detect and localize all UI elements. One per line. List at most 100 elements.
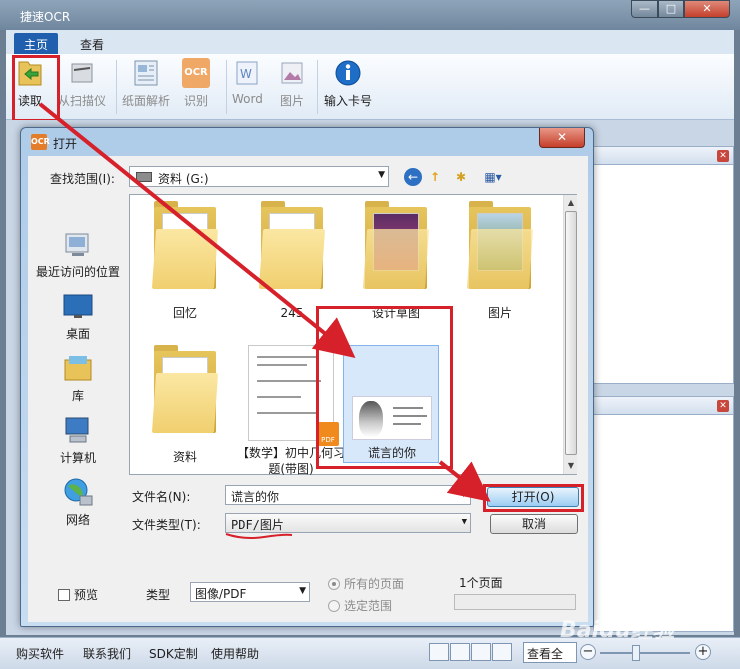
scroll-down-icon[interactable]: ▼: [564, 459, 578, 473]
file-type-label: 文件类型(T):: [132, 518, 201, 532]
folder-item[interactable]: 图片: [450, 201, 550, 321]
word-button[interactable]: W Word: [232, 58, 263, 106]
computer-icon: [62, 414, 94, 446]
zoom-slider-track[interactable]: [600, 652, 690, 654]
radio-button[interactable]: [328, 578, 340, 590]
tab-home[interactable]: 主页: [14, 33, 59, 54]
folder-icon: [150, 345, 220, 435]
preview-option[interactable]: 预览: [58, 586, 98, 603]
view-menu-icon[interactable]: ▦▾: [480, 168, 506, 186]
desktop-icon: [62, 290, 94, 322]
file-name: 图片: [487, 306, 512, 320]
dialog-close-button[interactable]: ✕: [539, 128, 585, 148]
dialog-title: 打开: [53, 137, 78, 151]
look-in-value: 资料 (G:): [158, 172, 209, 186]
page-progress-bar: [454, 594, 576, 610]
paper-parse-label: 纸面解析: [122, 94, 171, 108]
view-mode-button[interactable]: [471, 643, 491, 661]
panel-header: ✕: [594, 397, 733, 415]
watermark: Baidu经验: [560, 618, 675, 643]
paper-parse-button[interactable]: 纸面解析: [122, 58, 170, 109]
layout-icon: [132, 58, 160, 88]
place-network[interactable]: 网络: [28, 476, 128, 528]
chevron-down-icon: ▼: [460, 489, 467, 499]
place-label: 桌面: [65, 327, 90, 341]
scan-button[interactable]: 从扫描仪: [58, 58, 106, 109]
file-name-label: 文件名(N):: [132, 490, 191, 504]
preview-checkbox[interactable]: [58, 589, 70, 601]
panel-close-icon[interactable]: ✕: [717, 150, 729, 162]
preview-label: 预览: [74, 588, 99, 602]
dialog-ocr-icon: OCR: [31, 134, 50, 150]
cancel-button[interactable]: 取消: [490, 514, 578, 534]
info-icon: [334, 58, 362, 88]
folder-item[interactable]: 回忆: [135, 201, 235, 321]
file-type-select[interactable]: PDF/图片 ▼: [225, 513, 471, 533]
zoom-out-button[interactable]: −: [580, 644, 596, 660]
minimize-button[interactable]: —: [631, 0, 658, 18]
ribbon: 读取 从扫描仪 纸面解析 OCR 识别 W Word 图片 输入卡号: [6, 54, 734, 120]
zoom-in-button[interactable]: +: [695, 644, 711, 660]
folder-item[interactable]: 资料: [135, 345, 235, 465]
drive-icon: [136, 172, 152, 182]
radio-all-label: 所有的页面: [344, 577, 405, 591]
place-desktop[interactable]: 桌面: [28, 290, 128, 342]
close-button[interactable]: ✕: [684, 0, 730, 18]
chevron-down-icon: ▼: [299, 586, 306, 596]
place-recent[interactable]: 最近访问的位置: [28, 228, 128, 280]
scroll-up-icon[interactable]: ▲: [564, 196, 578, 210]
sdk-link[interactable]: SDK定制: [149, 645, 198, 662]
library-icon: [62, 352, 94, 384]
ribbon-separator: [116, 60, 117, 114]
read-highlight-box: [12, 55, 60, 122]
ribbon-separator: [226, 60, 227, 114]
ribbon-tabs: 主页 查看: [6, 30, 734, 54]
radio-all-pages[interactable]: 所有的页面: [328, 575, 404, 592]
place-library[interactable]: 库: [28, 352, 128, 404]
folder-item[interactable]: 设计草图: [346, 201, 446, 321]
tab-view[interactable]: 查看: [70, 33, 114, 54]
look-in-combo[interactable]: 资料 (G:) ▼: [129, 166, 389, 187]
picture-icon: [278, 58, 306, 88]
buy-link[interactable]: 购买软件: [16, 645, 64, 662]
radio-range-label: 选定范围: [344, 599, 393, 613]
picture-button[interactable]: 图片: [278, 58, 306, 109]
radio-selected-range[interactable]: 选定范围: [328, 597, 392, 614]
view-mode-buttons: [429, 643, 514, 663]
file-name: 回忆: [172, 306, 197, 320]
view-mode-button[interactable]: [450, 643, 470, 661]
scrollbar-thumb[interactable]: [565, 211, 577, 455]
folder-item[interactable]: 245: [242, 201, 342, 321]
type-select[interactable]: 图像/PDF ▼: [190, 582, 310, 602]
contact-link[interactable]: 联系我们: [83, 645, 131, 662]
open-highlight-box: [483, 484, 584, 512]
place-label: 最近访问的位置: [35, 265, 120, 279]
view-mode-button[interactable]: [492, 643, 512, 661]
card-button[interactable]: 输入卡号: [324, 58, 372, 109]
view-select[interactable]: 查看全: [523, 642, 577, 663]
zoom-slider-thumb[interactable]: [632, 645, 640, 661]
word-icon: W: [233, 58, 261, 88]
help-link[interactable]: 使用帮助: [211, 645, 259, 662]
recognize-button[interactable]: OCR 识别: [182, 58, 210, 109]
file-highlight-box: [316, 306, 453, 469]
file-list-scrollbar[interactable]: ▲ ▼: [563, 195, 577, 474]
view-mode-button[interactable]: [429, 643, 449, 661]
folder-icon: [257, 201, 327, 291]
panel-close-icon[interactable]: ✕: [717, 400, 729, 412]
back-icon[interactable]: ←: [404, 168, 422, 186]
maximize-button[interactable]: □: [658, 0, 684, 18]
app-title: 捷速OCR: [20, 10, 71, 24]
view-select-value: 查看全: [527, 647, 564, 661]
word-label: Word: [232, 92, 263, 106]
radio-button[interactable]: [328, 600, 340, 612]
place-label: 计算机: [59, 451, 96, 465]
new-folder-icon[interactable]: ✱: [452, 168, 470, 186]
place-computer[interactable]: 计算机: [28, 414, 128, 466]
type-value: 图像/PDF: [195, 587, 247, 601]
up-folder-icon[interactable]: ↑: [426, 168, 444, 186]
panel-header: ✕: [594, 147, 733, 165]
file-name-input[interactable]: 谎言的你 ▼: [225, 485, 471, 505]
svg-text:W: W: [240, 67, 252, 81]
folder-icon: [465, 201, 535, 291]
